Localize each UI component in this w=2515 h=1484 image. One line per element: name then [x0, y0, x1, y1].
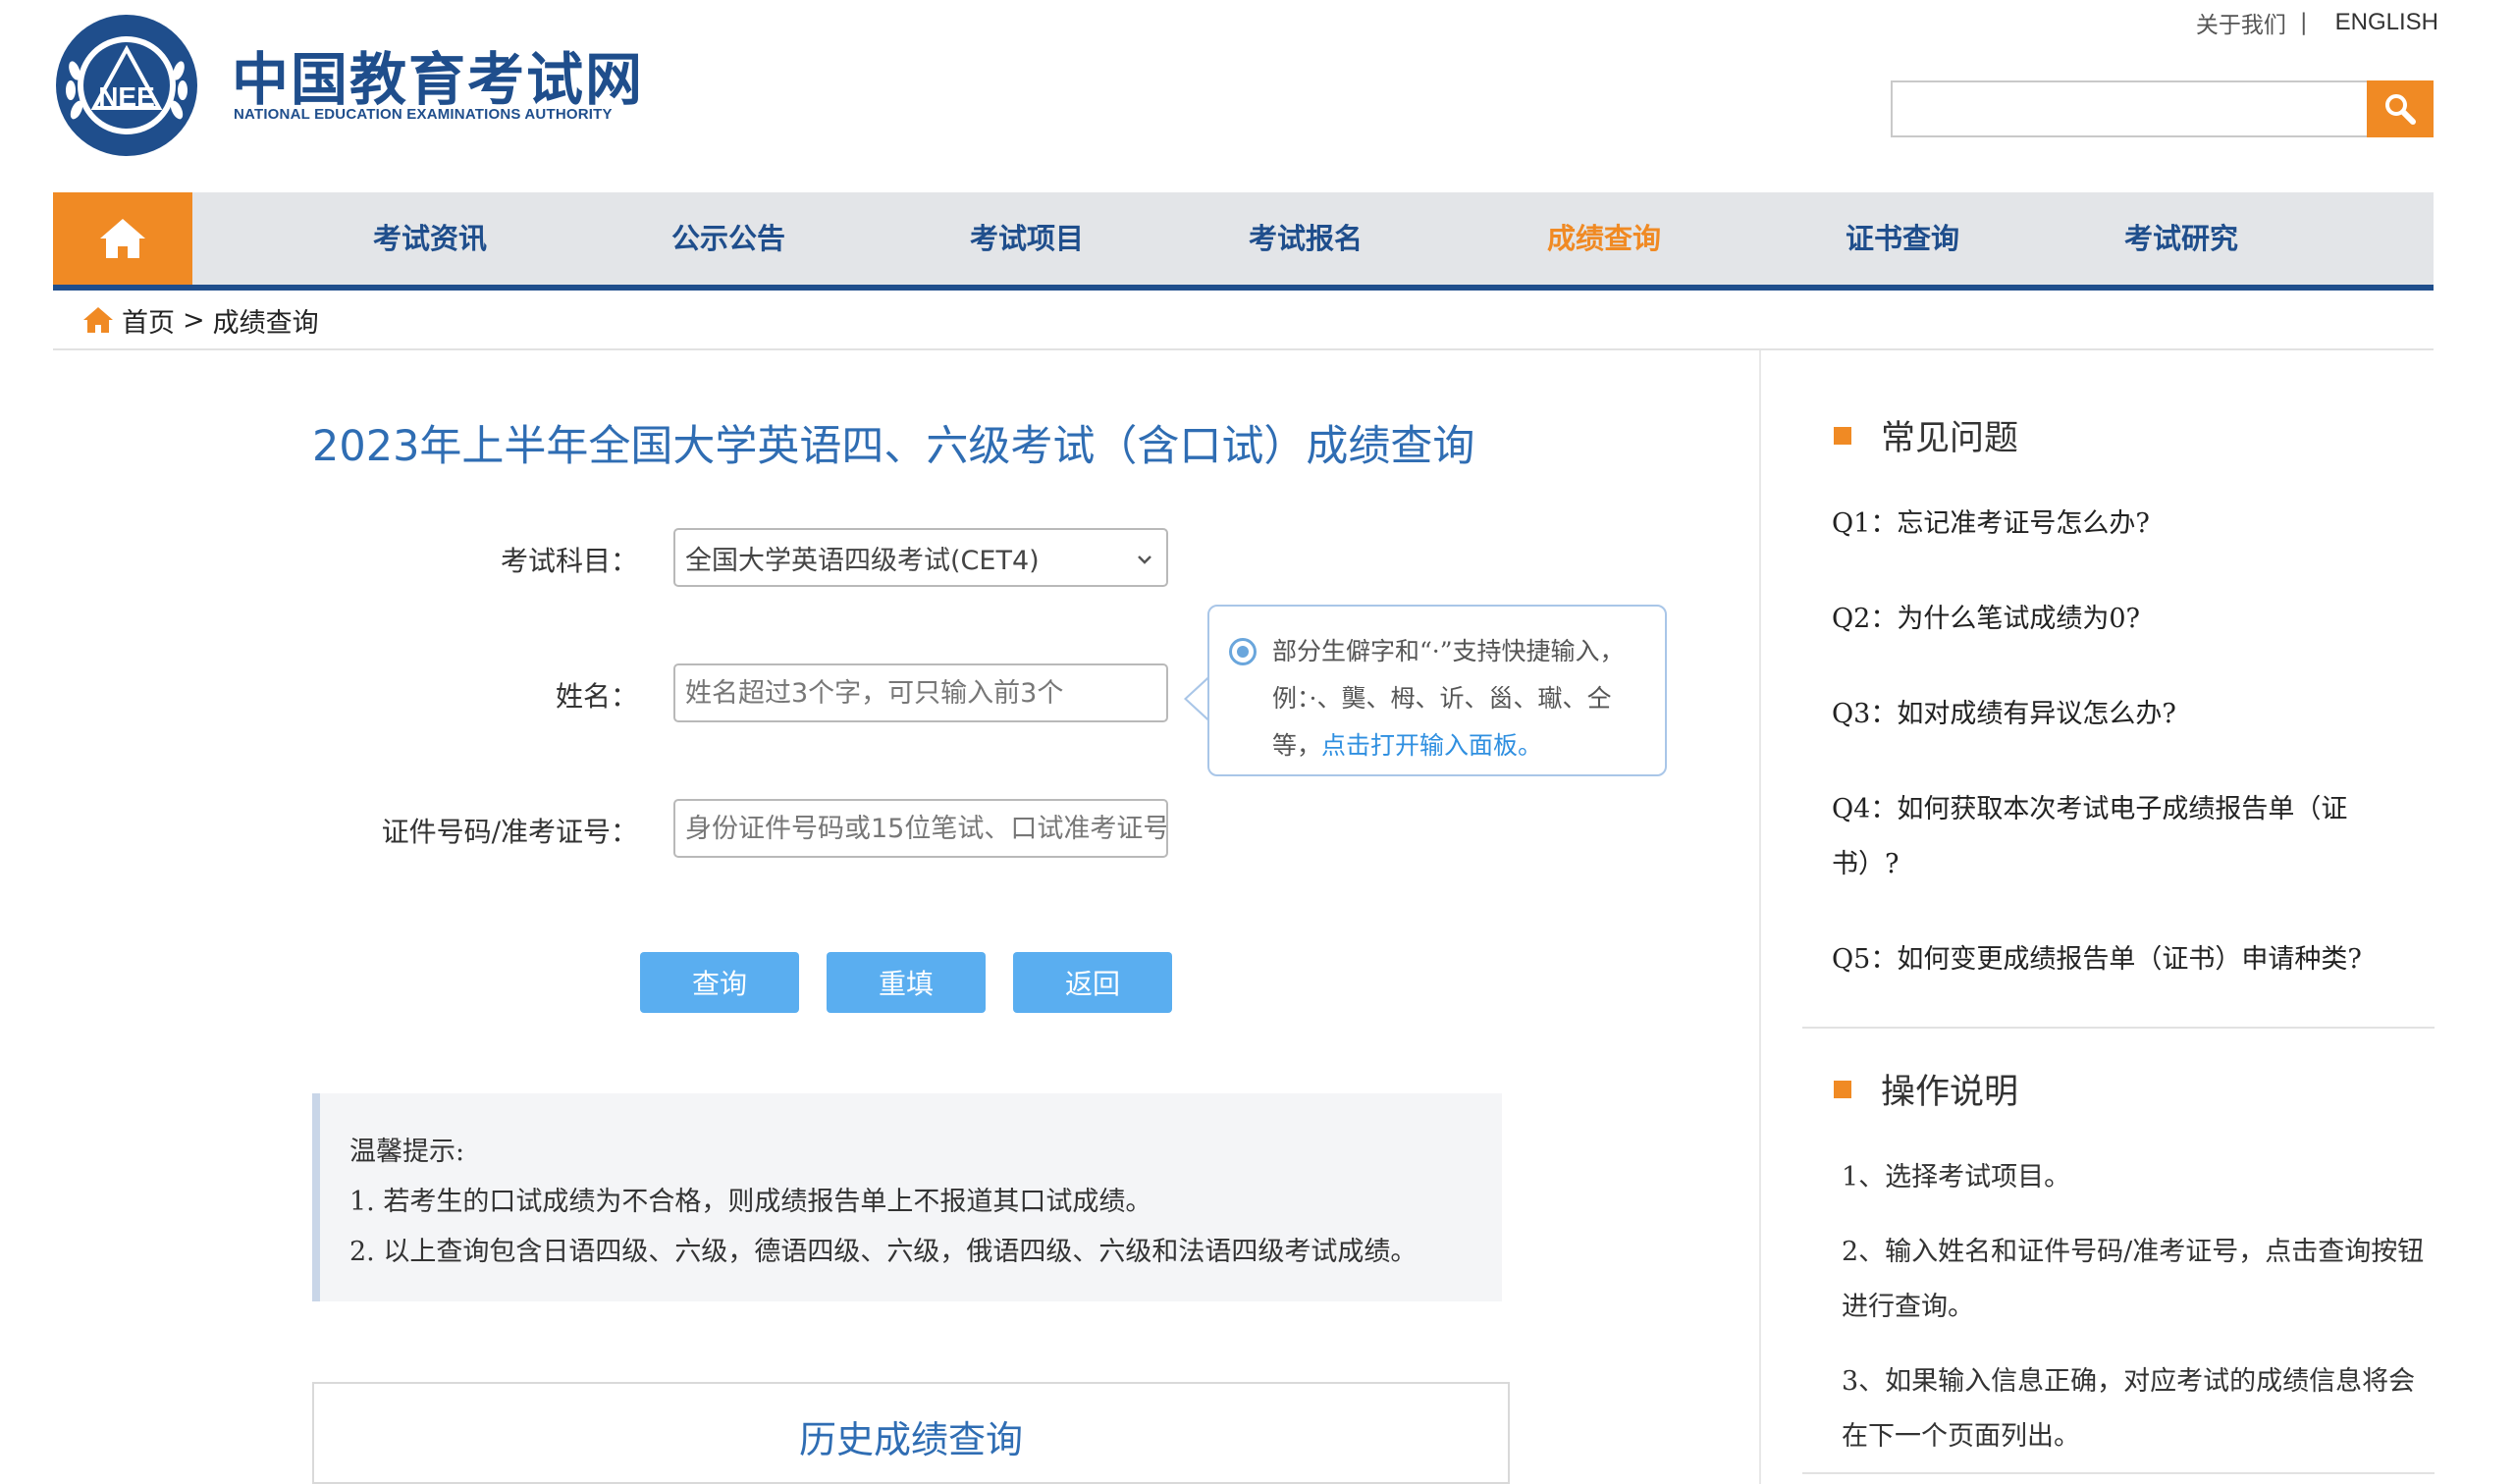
orange-square-icon: [1834, 426, 1851, 445]
site-logo-subtitle: NATIONAL EDUCATION EXAMINATIONS AUTHORIT…: [234, 106, 613, 123]
search-input[interactable]: [1891, 80, 2367, 137]
page-title: 2023年上半年全国大学英语四、六级考试（含口试）成绩查询: [312, 422, 1475, 471]
nav-bottom-bar: [53, 285, 2434, 291]
breadcrumb-current: 成绩查询: [212, 307, 319, 339]
faq-item-1[interactable]: Q1：忘记准考证号怎么办?: [1832, 497, 2421, 552]
rare-char-tip: 部分生僻字和“·”支持快捷输入， 例：·、龑、栂、䜣、𡿺、𤩽、仝 等，点击打开输…: [1207, 605, 1667, 776]
emblem-text: NEE: [98, 81, 155, 112]
faq-item-3[interactable]: Q3：如对成绩有异议怎么办?: [1832, 687, 2421, 742]
tip-line-3-prefix: 等，: [1272, 731, 1322, 760]
name-input[interactable]: [673, 663, 1168, 722]
subject-label: 考试科目：: [500, 545, 638, 577]
reset-button[interactable]: 重填: [827, 952, 986, 1013]
chevron-down-icon: [1138, 556, 1151, 564]
guide-step-3: 3、如果输入信息正确，对应考试的成绩信息将会在下一个页面列出。: [1842, 1366, 2416, 1452]
tip-line-3: 等，点击打开输入面板。: [1272, 722, 1645, 769]
search-button[interactable]: [2367, 80, 2434, 137]
house-icon: [100, 219, 145, 258]
nee-logo-emblem[interactable]: NEE: [53, 12, 200, 159]
back-button[interactable]: 返回: [1013, 952, 1172, 1013]
query-button[interactable]: 查询: [640, 952, 799, 1013]
nav-item-announcements[interactable]: 公示公告: [671, 192, 785, 285]
subject-select-value: 全国大学英语四级考试(CET4): [685, 545, 1040, 576]
site-logo-text[interactable]: 中国教育考试网: [232, 33, 644, 116]
magnifier-icon: [2385, 94, 2416, 125]
guide-step-1: 1、选择考试项目。: [1842, 1162, 2071, 1192]
notice-item: 1. 若考生的口试成绩为不合格，则成绩报告单上不报道其口试成绩。: [349, 1187, 1152, 1217]
tip-line-2: 例：·、龑、栂、䜣、𡿺、𤩽、仝: [1272, 684, 1612, 713]
id-number-input[interactable]: [673, 799, 1168, 858]
guide-step-2: 2、输入姓名和证件号码/准考证号，点击查询按钮进行查询。: [1842, 1237, 2425, 1322]
breadcrumb-separator: >: [183, 304, 205, 336]
guide-title: 操作说明: [1881, 1073, 2019, 1112]
breadcrumb-home[interactable]: 首页: [122, 301, 175, 340]
radio-icon: [1229, 638, 1257, 665]
nav-item-score-query[interactable]: 成绩查询: [1547, 192, 1661, 285]
subject-select[interactable]: 全国大学英语四级考试(CET4): [673, 528, 1168, 587]
faq-item-5[interactable]: Q5：如何变更成绩报告单（证书）申请种类?: [1832, 932, 2421, 987]
name-label: 姓名：: [555, 680, 638, 713]
faq-title: 常见问题: [1881, 419, 2019, 458]
faq-item-2[interactable]: Q2：为什么笔试成绩为0?: [1832, 592, 2421, 647]
breadcrumb-divider: [53, 348, 2434, 350]
guide-heading: 操作说明: [1834, 1064, 2018, 1114]
sidebar-divider-bottom: [1802, 1472, 2435, 1474]
top-links-separator: |: [2299, 10, 2308, 35]
faq-heading: 常见问题: [1834, 410, 2018, 460]
history-scores-panel: 历史成绩查询: [312, 1382, 1510, 1484]
sidebar-divider: [1802, 1027, 2435, 1029]
faq-item-4[interactable]: Q4：如何获取本次考试电子成绩报告单（证书）?: [1832, 782, 2381, 892]
english-link[interactable]: ENGLISH: [2335, 9, 2438, 36]
notice-item: 2. 以上查询包含日语四级、六级，德语四级、六级，俄语四级、六级和法语四级考试成…: [349, 1237, 1418, 1267]
nav-item-certificate-query[interactable]: 证书查询: [1846, 192, 1959, 285]
notice-heading: 温馨提示:: [349, 1137, 465, 1167]
about-us-link[interactable]: 关于我们: [2196, 6, 2286, 39]
top-links: 关于我们 | ENGLISH: [2196, 6, 2438, 39]
history-title: 历史成绩查询: [798, 1418, 1023, 1461]
emblem-icon: NEE: [56, 15, 197, 156]
main-nav: 考试资讯 公示公告 考试项目 考试报名 成绩查询 证书查询 考试研究: [53, 192, 2434, 289]
column-divider: [1759, 350, 1761, 1484]
id-label: 证件号码/准考证号：: [381, 816, 638, 848]
nav-item-registration[interactable]: 考试报名: [1249, 192, 1363, 285]
orange-square-icon: [1834, 1080, 1851, 1098]
notice-box: 温馨提示: 1. 若考生的口试成绩为不合格，则成绩报告单上不报道其口试成绩。 2…: [312, 1093, 1502, 1301]
nav-home-button[interactable]: [53, 192, 192, 285]
house-icon: [83, 307, 113, 333]
tip-line-1: 部分生僻字和“·”支持快捷输入，: [1272, 637, 1625, 665]
nav-item-exam-programs[interactable]: 考试项目: [970, 192, 1084, 285]
nav-item-exam-research[interactable]: 考试研究: [2124, 192, 2238, 285]
breadcrumb: 首页 > 成绩查询: [82, 300, 319, 340]
open-input-panel-link[interactable]: 点击打开输入面板。: [1321, 731, 1542, 760]
nav-item-exam-news[interactable]: 考试资讯: [373, 192, 487, 285]
